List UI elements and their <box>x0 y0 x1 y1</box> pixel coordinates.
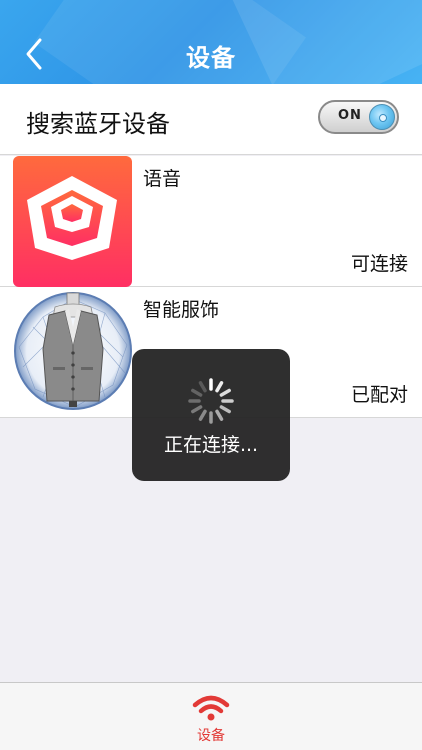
wifi-signal-icon <box>192 695 230 721</box>
device-status: 可连接 <box>350 253 408 275</box>
bluetooth-search-label: 搜索蓝牙设备 <box>26 110 170 138</box>
page-title: 设备 <box>186 44 236 72</box>
loading-spinner-icon <box>188 378 234 424</box>
smart-vest-image-icon <box>13 287 132 418</box>
nav-header: 设备 <box>0 0 422 84</box>
toggle-on-text: ON <box>338 108 362 123</box>
connecting-toast: 正在连接... <box>132 349 290 481</box>
tab-devices[interactable]: 设备 <box>181 691 241 745</box>
bottom-tab-bar: 设备 <box>0 682 422 750</box>
device-status: 已配对 <box>350 384 408 406</box>
connecting-text: 正在连接... <box>163 434 259 456</box>
device-name: 语音 <box>143 168 182 190</box>
device-item-voice[interactable]: 语音 可连接 <box>0 156 422 287</box>
toggle-knob <box>369 104 395 130</box>
devices-screen: 设备 搜索蓝牙设备 ON 语音 可连接 智能服饰 已配对 正在连接... 设备 <box>0 0 422 750</box>
tab-devices-label: 设备 <box>197 728 225 744</box>
bluetooth-toggle[interactable]: ON <box>318 100 399 134</box>
device-name: 智能服饰 <box>143 299 220 321</box>
layered-hexagon-logo-icon <box>13 156 132 287</box>
